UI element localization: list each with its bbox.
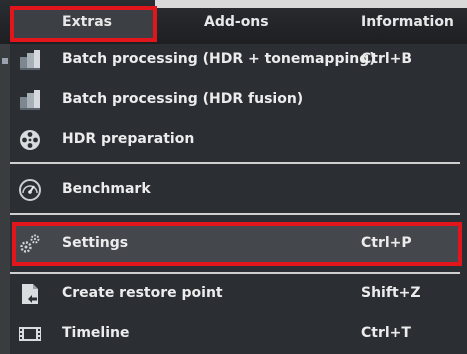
menu-item-label: Batch processing (HDR + tonemapping) bbox=[62, 51, 376, 67]
tab-add-ons[interactable]: Add-ons bbox=[204, 14, 269, 30]
batch-fusion-icon bbox=[18, 88, 42, 112]
menu-bar: Extras Add-ons Information bbox=[0, 0, 467, 44]
menu-item-label: HDR preparation bbox=[62, 131, 195, 147]
menu-separator bbox=[10, 213, 460, 215]
tab-information[interactable]: Information bbox=[361, 14, 454, 30]
batch-processing-icon bbox=[18, 48, 42, 72]
menu-item-batch-processing-fusion[interactable]: Batch processing (HDR fusion) bbox=[10, 80, 467, 120]
menu-item-label: Timeline bbox=[62, 325, 130, 341]
menu-item-label: Batch processing (HDR fusion) bbox=[62, 91, 304, 107]
restore-point-icon bbox=[18, 282, 42, 306]
window-top-strip bbox=[155, 0, 467, 8]
app-window: Extras Add-ons Information Batch process… bbox=[0, 0, 467, 354]
menu-item-settings[interactable]: Settings Ctrl+P bbox=[10, 224, 467, 264]
menu-item-batch-processing-tonemapping[interactable]: Batch processing (HDR + tonemapping) Ctr… bbox=[10, 40, 467, 80]
menu-item-label: Create restore point bbox=[62, 285, 223, 301]
menu-item-shortcut: Ctrl+B bbox=[361, 51, 413, 67]
background-window-edge bbox=[0, 44, 10, 354]
menu-item-label: Settings bbox=[62, 235, 129, 251]
menu-item-label: Benchmark bbox=[62, 181, 151, 197]
tab-extras[interactable]: Extras bbox=[62, 14, 112, 30]
menu-item-timeline[interactable]: Timeline Ctrl+T bbox=[10, 314, 467, 354]
menu-item-shortcut: Ctrl+T bbox=[361, 325, 411, 341]
menu-item-benchmark[interactable]: Benchmark bbox=[10, 170, 467, 210]
menu-item-shortcut: Ctrl+P bbox=[361, 235, 412, 251]
partial-icon bbox=[2, 58, 8, 64]
menu-item-hdr-preparation[interactable]: HDR preparation bbox=[10, 120, 467, 160]
menu-item-shortcut: Shift+Z bbox=[361, 285, 421, 301]
speedometer-icon bbox=[18, 178, 42, 202]
gears-icon bbox=[18, 232, 42, 256]
film-reel-icon bbox=[18, 128, 42, 152]
menu-item-create-restore-point[interactable]: Create restore point Shift+Z bbox=[10, 274, 467, 314]
timeline-icon bbox=[18, 322, 42, 346]
menu-separator bbox=[10, 162, 460, 164]
